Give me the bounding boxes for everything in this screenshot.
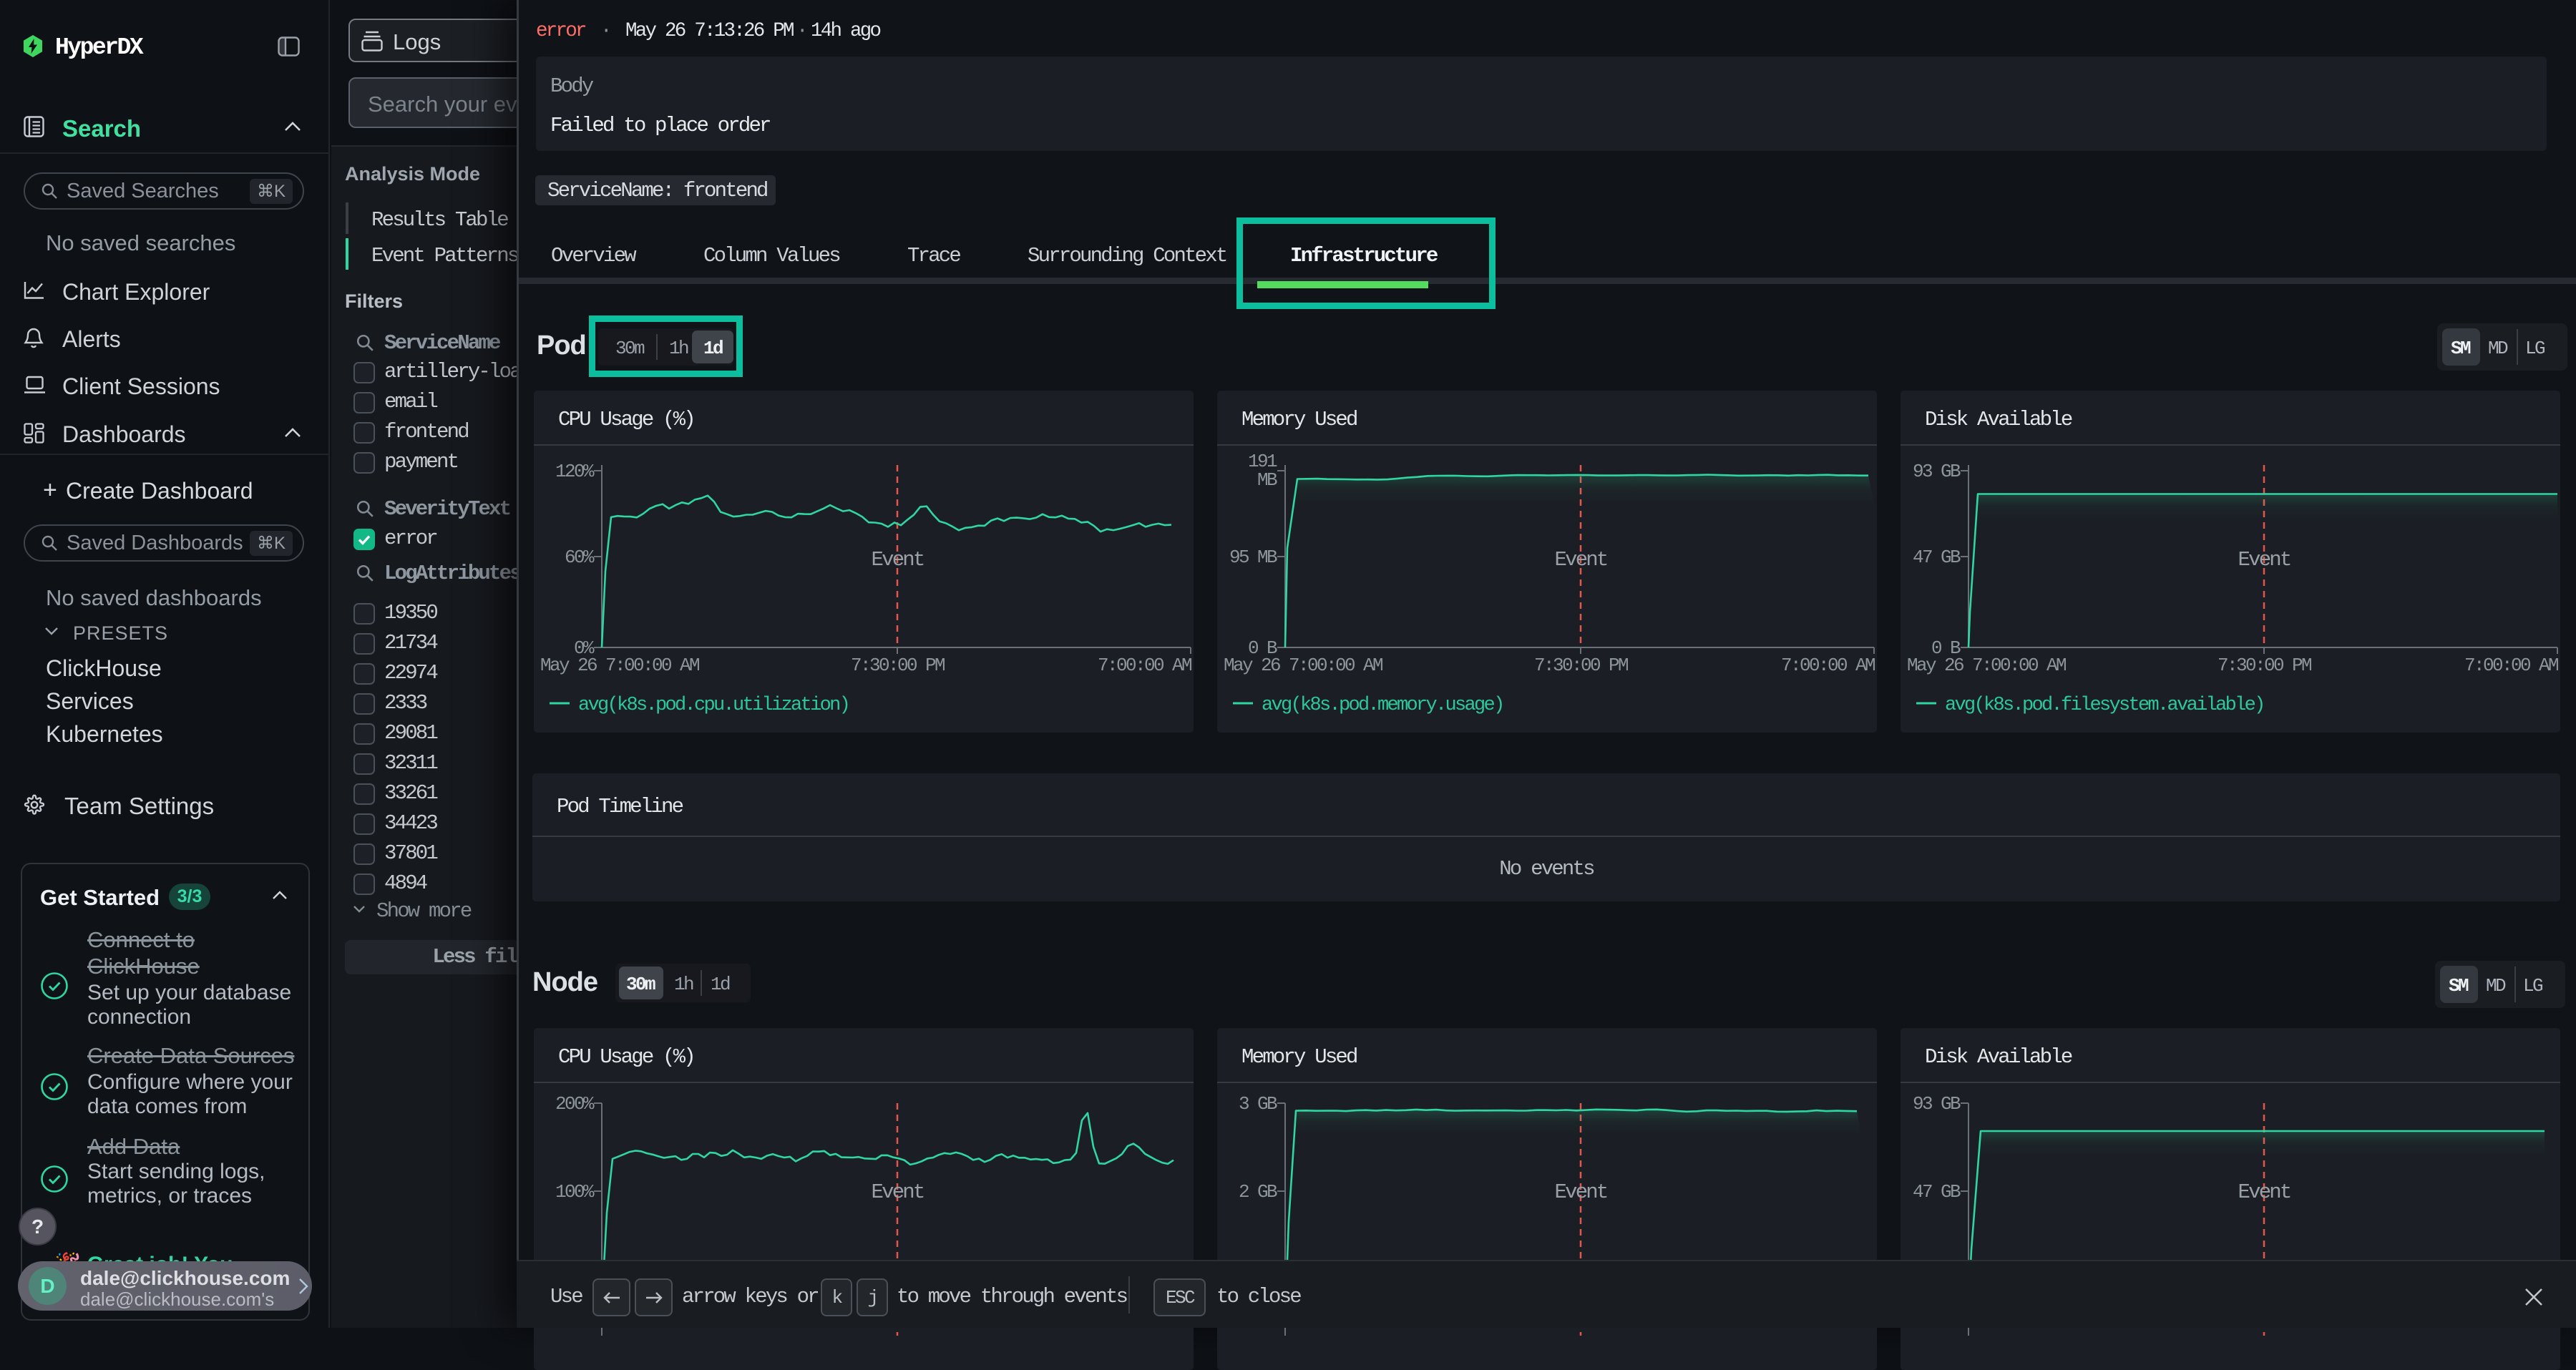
svg-text:95 MB: 95 MB xyxy=(1229,547,1277,568)
svg-text:7:30:00 PM: 7:30:00 PM xyxy=(851,655,945,676)
svg-text:3 GB: 3 GB xyxy=(1239,1093,1277,1115)
svg-text:Event: Event xyxy=(871,1180,923,1204)
svg-text:7:00:00 AM: 7:00:00 AM xyxy=(2464,655,2558,676)
svg-text:47 GB: 47 GB xyxy=(1913,1181,1961,1203)
svg-text:avg(k8s.pod.memory.usage): avg(k8s.pod.memory.usage) xyxy=(1262,695,1503,716)
svg-text:7:00:00 AM: 7:00:00 AM xyxy=(1098,655,1191,676)
svg-text:120%: 120% xyxy=(555,461,595,482)
svg-text:60%: 60% xyxy=(565,547,595,568)
svg-text:Event: Event xyxy=(2238,1180,2290,1204)
svg-text:93 GB: 93 GB xyxy=(1913,1093,1961,1115)
svg-text:May 26 7:00:00 AM: May 26 7:00:00 AM xyxy=(1224,655,1382,676)
svg-text:200%: 200% xyxy=(555,1093,595,1115)
svg-text:47 GB: 47 GB xyxy=(1913,547,1961,568)
svg-text:100%: 100% xyxy=(555,1181,595,1203)
svg-text:Event: Event xyxy=(871,548,923,572)
svg-text:MB: MB xyxy=(1257,469,1277,491)
svg-text:7:00:00 AM: 7:00:00 AM xyxy=(1781,655,1875,676)
svg-text:93 GB: 93 GB xyxy=(1913,461,1961,482)
svg-text:Event: Event xyxy=(2238,548,2290,572)
svg-text:May 26 7:00:00 AM: May 26 7:00:00 AM xyxy=(1907,655,2066,676)
svg-text:Event: Event xyxy=(1554,1180,1606,1204)
svg-text:7:30:00 PM: 7:30:00 PM xyxy=(2218,655,2311,676)
svg-text:Event: Event xyxy=(1554,548,1606,572)
svg-text:7:30:00 PM: 7:30:00 PM xyxy=(1534,655,1628,676)
svg-text:avg(k8s.pod.filesystem.availab: avg(k8s.pod.filesystem.available) xyxy=(1945,695,2264,716)
svg-text:avg(k8s.pod.cpu.utilization): avg(k8s.pod.cpu.utilization) xyxy=(578,695,849,716)
svg-text:May 26 7:00:00 AM: May 26 7:00:00 AM xyxy=(540,655,699,676)
svg-text:2 GB: 2 GB xyxy=(1239,1181,1277,1203)
